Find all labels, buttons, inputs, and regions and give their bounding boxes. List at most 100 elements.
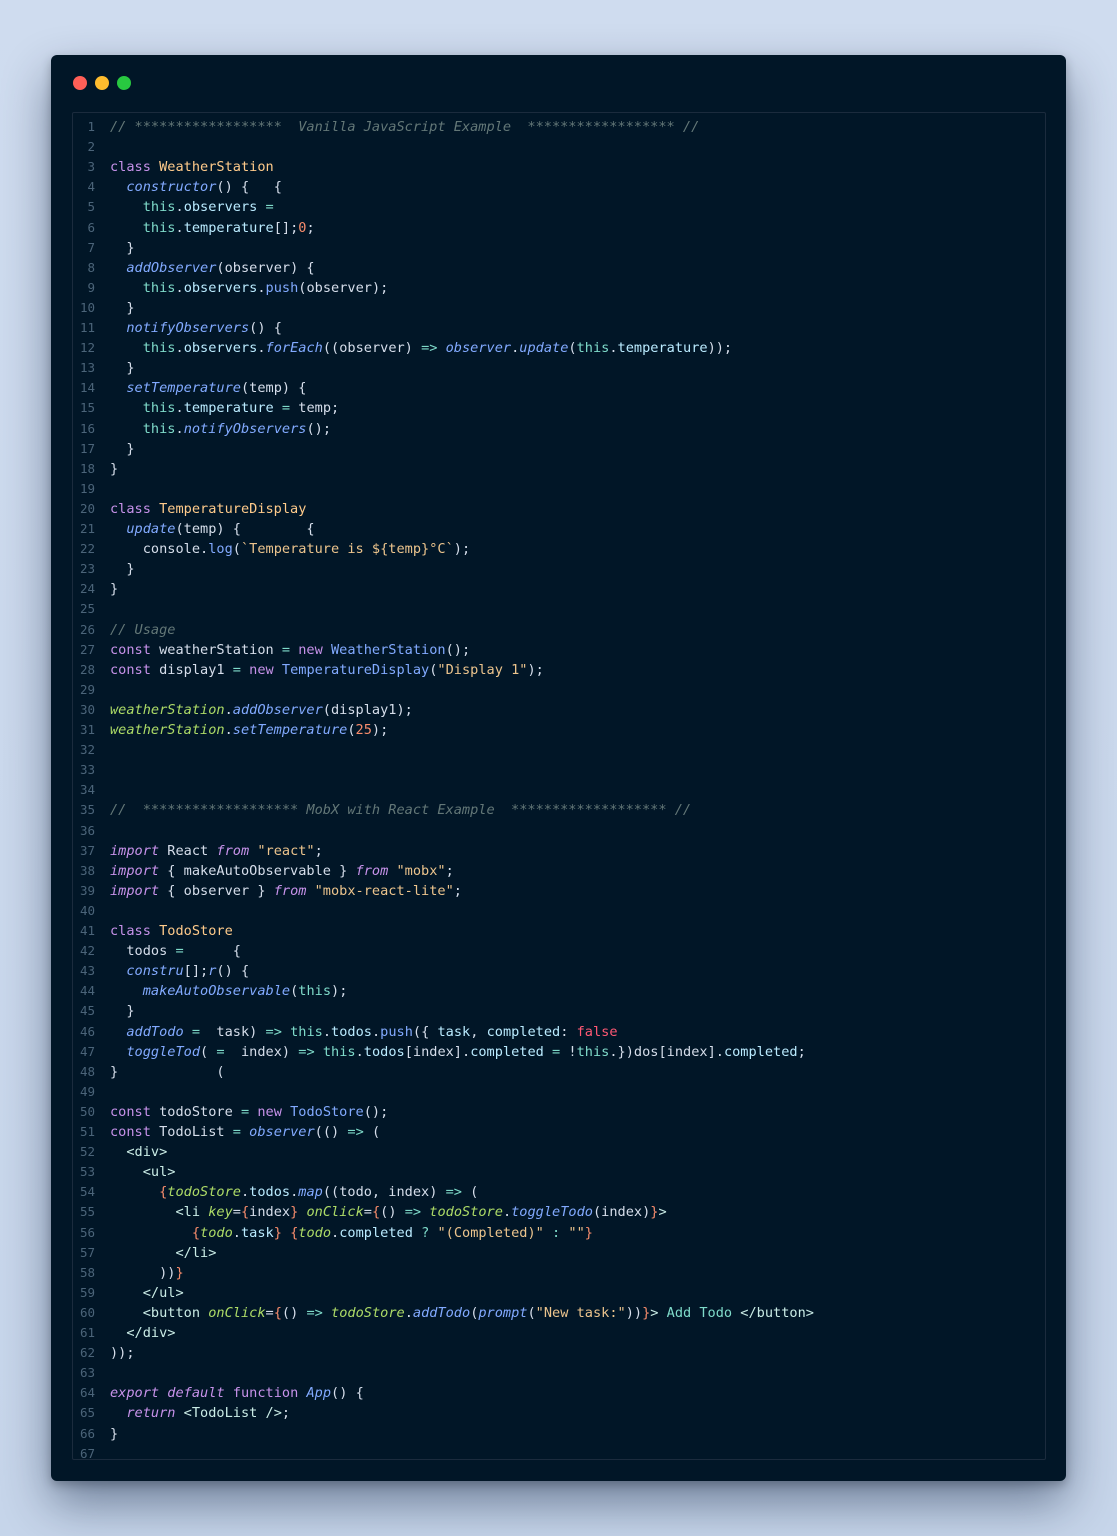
code-token: = bbox=[175, 943, 184, 960]
code-text: } bbox=[110, 1001, 134, 1021]
code-text: export default function App() { bbox=[110, 1383, 364, 1403]
code-text: } bbox=[110, 238, 134, 258]
code-token: (() bbox=[314, 1124, 348, 1140]
code-line: 7 } bbox=[73, 238, 1045, 258]
code-token: .})dos[index]. bbox=[609, 1043, 724, 1060]
code-line: 57 </li> bbox=[73, 1243, 1045, 1263]
code-window: 1 // ****************** Vanilla JavaScrip… bbox=[51, 55, 1066, 1481]
code-token: (index) bbox=[592, 1204, 651, 1221]
close-dot-icon[interactable] bbox=[73, 76, 87, 90]
code-token: this bbox=[322, 1043, 356, 1060]
code-text: import React from "react"; bbox=[110, 841, 323, 861]
code-token: weatherStation bbox=[110, 722, 225, 738]
code-token: "mobx-react-lite" bbox=[314, 882, 454, 899]
code-text: const weatherStation = new WeatherStatio… bbox=[110, 640, 470, 660]
code-token: import bbox=[110, 842, 168, 859]
line-number: 59 bbox=[79, 1284, 95, 1300]
code-line: 65 return <TodoList />; bbox=[73, 1403, 1045, 1423]
code-token: addObserver bbox=[126, 259, 217, 276]
code-token: console. bbox=[110, 541, 209, 558]
code-token: 25 bbox=[355, 722, 372, 738]
code-line: 23 } bbox=[73, 559, 1045, 579]
code-token: task bbox=[437, 1023, 471, 1040]
code-token: update bbox=[126, 521, 176, 537]
code-token: TemperatureDisplay bbox=[159, 500, 307, 517]
code-token: const bbox=[110, 1124, 160, 1140]
code-token: toggleTodo bbox=[511, 1204, 593, 1221]
code-text: import { observer } from "mobx-react-lit… bbox=[110, 881, 462, 901]
code-line: 64 export default function App() { bbox=[73, 1383, 1045, 1403]
code-token: const bbox=[110, 641, 160, 658]
code-token: "(Completed)" bbox=[437, 1224, 544, 1241]
line-number: 7 bbox=[87, 239, 95, 255]
code-token: task bbox=[240, 1224, 274, 1241]
code-token: index) bbox=[224, 1043, 299, 1060]
line-number: 19 bbox=[79, 480, 95, 496]
code-token: } bbox=[110, 360, 135, 377]
code-token: Add Todo bbox=[658, 1304, 741, 1321]
code-text: // ****************** Vanilla JavaScript… bbox=[110, 117, 699, 137]
code-line: 21 update(temp) { { bbox=[73, 519, 1045, 539]
minimize-dot-icon[interactable] bbox=[95, 76, 109, 90]
line-number: 54 bbox=[79, 1184, 95, 1200]
code-line: 11 notifyObservers() { bbox=[73, 318, 1045, 338]
code-token: this bbox=[298, 983, 332, 1000]
code-token: )) bbox=[625, 1304, 643, 1321]
code-token: prompt bbox=[478, 1304, 528, 1321]
code-line: 28 const display1 = new TemperatureDispla… bbox=[73, 660, 1045, 680]
code-token: (); bbox=[445, 641, 471, 658]
code-token: default bbox=[167, 1385, 233, 1402]
code-line: 32 bbox=[73, 740, 1045, 760]
code-token: from bbox=[355, 862, 397, 879]
code-line: 15 this.temperature = temp; bbox=[73, 398, 1045, 418]
code-line: 35 // ******************* MobX with React… bbox=[73, 800, 1045, 820]
code-token: . bbox=[175, 199, 184, 216]
code-text: } bbox=[110, 459, 118, 479]
code-token: this bbox=[142, 400, 176, 417]
code-token: key bbox=[208, 1204, 233, 1221]
line-number: 15 bbox=[79, 400, 95, 416]
code-token: "mobx" bbox=[396, 862, 446, 879]
line-number: 51 bbox=[79, 1124, 95, 1139]
code-token: constructor bbox=[126, 179, 217, 196]
code-token: this bbox=[142, 219, 176, 236]
code-token: ; bbox=[314, 842, 323, 859]
line-number: 5 bbox=[87, 199, 95, 215]
line-number: 49 bbox=[79, 1083, 95, 1099]
code-token: constru bbox=[126, 963, 184, 980]
code-token: const bbox=[110, 1103, 160, 1120]
line-number: 50 bbox=[79, 1103, 95, 1119]
code-token: ! bbox=[560, 1043, 577, 1060]
line-number: 36 bbox=[79, 822, 95, 838]
code-token: . bbox=[175, 279, 184, 296]
code-token: ( bbox=[347, 722, 356, 738]
code-token: . bbox=[502, 1204, 512, 1221]
line-number: 58 bbox=[79, 1264, 95, 1280]
maximize-dot-icon[interactable] bbox=[117, 76, 131, 90]
code-editor[interactable]: 1 // ****************** Vanilla JavaScrip… bbox=[72, 112, 1046, 1460]
code-token: const bbox=[110, 661, 160, 678]
line-number: 20 bbox=[79, 500, 95, 516]
code-token: = bbox=[232, 661, 241, 678]
code-line: 13 } bbox=[73, 358, 1045, 378]
code-token: "" bbox=[568, 1224, 585, 1241]
code-token: onClick bbox=[208, 1304, 266, 1321]
code-token: "react" bbox=[257, 842, 315, 859]
code-token: = bbox=[232, 1124, 241, 1140]
code-token: // Usage bbox=[110, 621, 176, 638]
code-token: todos bbox=[331, 1023, 372, 1040]
code-token: { bbox=[240, 1204, 250, 1221]
code-token: = bbox=[281, 400, 291, 417]
code-token: . bbox=[404, 1304, 413, 1321]
code-token: = bbox=[281, 641, 291, 658]
code-token: class bbox=[110, 923, 160, 939]
code-line: 42 todos = { bbox=[73, 941, 1045, 961]
line-number: 56 bbox=[79, 1224, 95, 1240]
code-token: . bbox=[322, 1023, 332, 1040]
